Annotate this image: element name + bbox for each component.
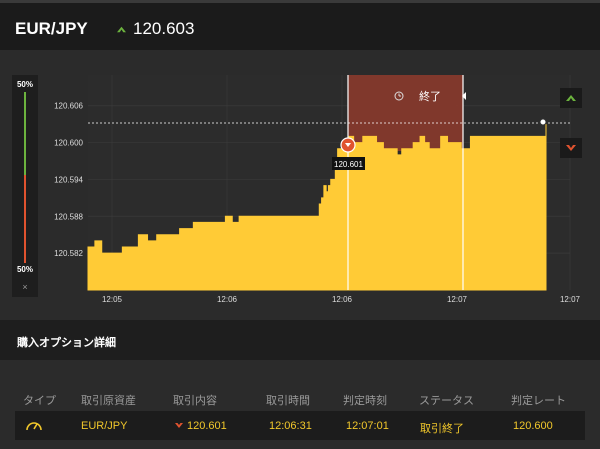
entry-rate-label: 120.601: [334, 160, 363, 169]
row-asset: EUR/JPY: [81, 420, 128, 432]
x-tick-label: 12:06: [332, 295, 353, 304]
current-rate: 120.603: [133, 19, 195, 38]
header-judge-time: 判定時刻: [343, 395, 387, 407]
header-judge-rate: 判定レート: [511, 395, 566, 407]
header: EUR/JPY 120.603: [0, 0, 600, 50]
up-arrow-icon: [566, 95, 576, 101]
row-content: 120.601: [187, 420, 227, 432]
price-chart: 120.606 120.600 120.594 120.588 120.582 12:0…: [54, 75, 581, 304]
gauge-icon: [26, 422, 42, 431]
header-trade-time: 取引時間: [266, 395, 310, 407]
table-header: タイプ 取引原資産 取引内容 取引時間 判定時刻 ステータス 判定レート: [15, 385, 585, 411]
y-tick-label: 120.600: [54, 139, 83, 148]
x-tick-label: 12:06: [217, 295, 238, 304]
down-arrow-icon: [566, 145, 576, 151]
row-trade-time: 12:06:31: [269, 420, 312, 432]
y-tick-label: 120.582: [54, 249, 83, 258]
x-tick-label: 12:07: [560, 295, 581, 304]
header-type: タイプ: [23, 395, 56, 407]
options-table: タイプ 取引原資産 取引内容 取引時間 判定時刻 ステータス 判定レート EUR…: [15, 385, 585, 440]
row-judge-rate: 120.600: [513, 420, 553, 432]
current-price-dot: [539, 118, 547, 126]
header-status: ステータス: [419, 395, 474, 407]
row-status: 取引終了: [420, 423, 464, 435]
down-arrow-icon: [175, 423, 183, 428]
row-judge-time: 12:07:01: [346, 420, 389, 432]
x-tick-label: 12:07: [447, 295, 468, 304]
high-button[interactable]: [560, 88, 582, 108]
y-tick-label: 120.588: [54, 212, 83, 221]
end-label: 終了: [419, 89, 441, 103]
y-tick-label: 120.594: [54, 175, 83, 184]
options-detail-section: 購入オプション詳細: [0, 320, 600, 360]
y-tick-label: 120.606: [54, 102, 83, 111]
chart-area: 50% 50% × 120.606 120.600 120.594 120.588 12…: [0, 50, 600, 320]
up-arrow-icon: [117, 26, 126, 33]
currency-pair: EUR/JPY: [15, 19, 88, 38]
table-row[interactable]: EUR/JPY 120.601 12:06:31 12:07:01 取引終了 1…: [15, 411, 585, 440]
x-tick-label: 12:05: [102, 295, 123, 304]
header-asset: 取引原資産: [81, 395, 136, 407]
low-button[interactable]: [560, 138, 582, 158]
section-title: 購入オプション詳細: [17, 337, 116, 349]
header-content: 取引内容: [173, 395, 217, 407]
